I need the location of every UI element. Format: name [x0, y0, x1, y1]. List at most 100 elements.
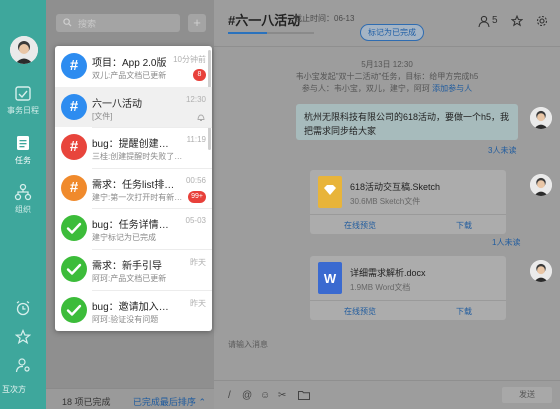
rail-label-schedule: 事务日程: [7, 106, 39, 115]
search-icon: [63, 18, 72, 27]
user-settings-icon: [15, 358, 30, 373]
conversation-item[interactable]: bug：任务详情没有…建宁标记为已完成 05-03: [55, 208, 212, 248]
checkmark-icon: [61, 296, 87, 323]
message-avatar[interactable]: [530, 260, 552, 282]
conversation-item[interactable]: # 需求：任务list排序… 建宁:第一次打开时有新… 00:56 99+: [55, 168, 212, 208]
word-file-icon: W: [318, 262, 342, 294]
rail-user-settings[interactable]: [0, 357, 46, 373]
sort-completed-toggle[interactable]: 已完成最后排序 ⌃: [133, 395, 206, 408]
checkmark-icon: [61, 215, 87, 242]
file-meta: 30.6MB Sketch文件: [350, 197, 421, 206]
file-card-sketch[interactable]: 618活动交互稿.Sketch 30.6MB Sketch文件 在线预览 下载: [310, 170, 506, 234]
conversation-title: bug：任务详情没有…: [92, 220, 178, 232]
header-divider: [214, 46, 560, 47]
search-input[interactable]: 搜索: [56, 14, 180, 32]
conversation-time: 10分钟前: [173, 55, 206, 64]
slash-command-icon[interactable]: /: [228, 390, 231, 401]
hashtag-icon: #: [61, 93, 87, 120]
members-button[interactable]: [478, 15, 490, 30]
conversation-title: bug：提醒创建不了: [92, 139, 178, 151]
file-actions: 在线预览 下载: [310, 214, 506, 234]
rail-label-org: 组织: [15, 205, 31, 214]
file-name: 618活动交互稿.Sketch: [350, 182, 441, 192]
sketch-file-icon: [318, 176, 342, 208]
conversation-item[interactable]: bug：邀请加入撤销…阿珂:验证没有问题 昨天: [55, 290, 212, 330]
conversation-time: 00:56: [185, 175, 206, 185]
deadline: 截止时间：06-13: [294, 14, 355, 23]
send-button[interactable]: 发送: [502, 387, 552, 403]
list-footer: 18 项已完成 已完成最后排序 ⌃: [46, 388, 214, 409]
star-icon: [510, 14, 524, 27]
chat-title: #六一八活动: [228, 13, 301, 28]
system-date: 5月13日 12:30: [361, 60, 413, 69]
file-meta: 1.9MB Word文档: [350, 283, 411, 292]
preview-button[interactable]: 在线预览: [344, 220, 376, 231]
chat-panel: #六一八活动 截止时间：06-13 5 标记为已完成 5月13日 12:30 韦…: [214, 0, 560, 409]
conversation-item[interactable]: # 项目：App 2.0版 双儿:产品文档已更新 10分钟前 8: [55, 46, 212, 86]
brand-label: 互次方: [2, 385, 26, 394]
checkmark-icon: [61, 256, 87, 282]
message-avatar[interactable]: [530, 174, 552, 196]
conversation-item[interactable]: 需求：新手引导 阿珂:产品文档已更新 昨天: [55, 249, 212, 289]
task-progress-fill: [228, 32, 267, 34]
conversation-time: 昨天: [190, 298, 206, 308]
add-button[interactable]: +: [188, 14, 206, 32]
message-input[interactable]: 请输入消息: [228, 339, 268, 350]
unread-badge: 99+: [188, 190, 206, 203]
rail-item-tasks[interactable]: 任务: [0, 134, 46, 166]
sort-label: 已完成最后排序: [132, 397, 196, 407]
completed-count[interactable]: 18 项已完成: [62, 395, 111, 408]
settings-button[interactable]: [536, 15, 548, 30]
gear-icon: [536, 15, 548, 27]
task-list-icon: [17, 136, 29, 150]
message-avatar[interactable]: [530, 107, 552, 129]
file-card-docx[interactable]: W 详细需求解析.docx 1.9MB Word文档 在线预览 下载: [310, 256, 506, 320]
user-avatar[interactable]: [10, 36, 38, 64]
hashtag-icon: #: [61, 174, 87, 201]
download-button[interactable]: 下载: [456, 306, 472, 317]
mark-done-button[interactable]: 标记为已完成: [360, 24, 424, 41]
file-actions: 在线预览 下载: [310, 300, 506, 320]
add-participants-link[interactable]: 添加参与人: [432, 84, 472, 93]
search-placeholder: 搜索: [78, 19, 97, 29]
conversation-title: 需求：新手引导: [92, 261, 162, 272]
rail-item-org[interactable]: 组织: [0, 183, 46, 215]
conversation-preview: 建宁:第一次打开时有新…: [92, 192, 183, 202]
file-name: 详细需求解析.docx: [350, 268, 426, 278]
read-status-2[interactable]: 1人未读: [492, 237, 520, 248]
mention-icon[interactable]: @: [242, 390, 252, 401]
person-icon: [478, 15, 490, 28]
task-progress-bar: [228, 32, 314, 34]
scissors-icon[interactable]: ✂: [278, 390, 286, 401]
preview-button[interactable]: 在线预览: [344, 306, 376, 317]
conversation-time: 昨天: [190, 258, 206, 267]
read-status-1[interactable]: 3人未读: [488, 145, 516, 156]
conversation-preview: 建宁标记为已完成: [92, 233, 156, 243]
rail-star[interactable]: [0, 329, 46, 345]
star-icon: [15, 329, 31, 345]
rail-alarm[interactable]: [0, 300, 46, 316]
conversation-item[interactable]: # 六一八活动 [文件] 12:30: [55, 86, 212, 127]
conversation-title: 六一八活动: [92, 98, 142, 110]
conversation-list: # 项目：App 2.0版 双儿:产品文档已更新 10分钟前 8 # 六一八活动 [文件] 12…: [55, 46, 212, 331]
conversation-preview: 三桂:创建提醒时失败了…: [92, 152, 183, 162]
system-task-line: 韦小宝发起"双十二活动"任务，目标：给甲方完成h5: [295, 72, 479, 81]
alarm-clock-icon: [16, 300, 30, 316]
members-count: 5: [492, 15, 498, 26]
hashtag-icon: #: [61, 134, 87, 161]
download-button[interactable]: 下载: [456, 220, 472, 231]
rail-label-tasks: 任务: [15, 156, 31, 165]
conversation-preview: 双儿:产品文档已更新: [92, 71, 167, 80]
conversation-time: 12:30: [185, 94, 206, 104]
emoji-icon[interactable]: ☺: [260, 390, 270, 401]
conversation-title: 项目：App 2.0版: [92, 58, 167, 69]
mute-bell-icon: [197, 111, 205, 125]
favorite-button[interactable]: [510, 14, 524, 30]
system-participants: 参与人：韦小宝，双儿，建宁，阿珂 添加参与人: [214, 83, 560, 94]
rail-item-schedule[interactable]: 事务日程: [0, 84, 46, 116]
folder-icon[interactable]: [298, 390, 310, 403]
conversation-preview: [文件]: [92, 111, 113, 121]
conversation-item[interactable]: # bug：提醒创建不了 三桂:创建提醒时失败了… 11:19: [55, 127, 212, 167]
chevron-up-icon: ⌃: [198, 397, 206, 407]
org-chart-icon: [14, 183, 32, 201]
